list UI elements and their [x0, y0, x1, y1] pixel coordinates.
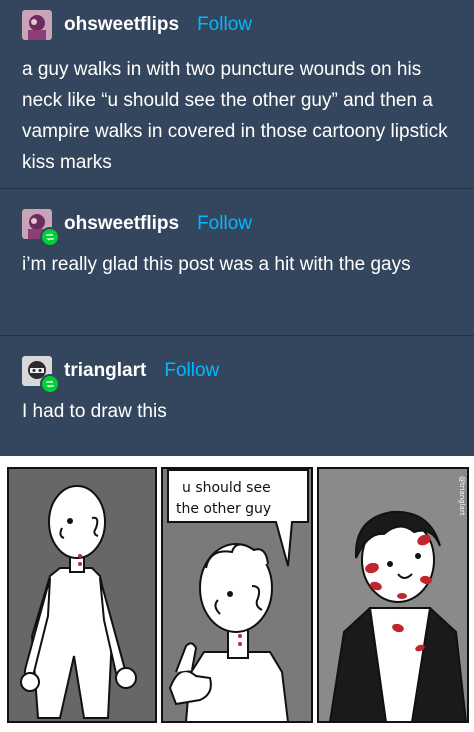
- post-original: ohsweetflips Follow a guy walks in with …: [0, 0, 474, 188]
- reblog-icon: [40, 227, 60, 247]
- avatar[interactable]: [22, 356, 60, 394]
- comic-panel-2: u should see the other guy: [161, 467, 313, 723]
- comic-image: u should see the other guy @trianglart: [0, 456, 474, 732]
- comic-panel-3: @trianglart: [317, 467, 469, 723]
- post-header: trianglart Follow: [22, 356, 452, 394]
- post-reblog: ohsweetflips Follow i’m really glad this…: [0, 189, 474, 335]
- avatar-image: [22, 10, 52, 40]
- post-text: i’m really glad this post was a hit with…: [22, 254, 411, 275]
- reblog-icon: [40, 374, 60, 394]
- speech-text-line-1: u should see: [182, 480, 271, 496]
- speech-text-line-2: the other guy: [176, 501, 271, 517]
- post-reblog: trianglart Follow I had to draw this: [0, 336, 474, 446]
- follow-button[interactable]: Follow: [197, 14, 252, 36]
- username[interactable]: trianglart: [64, 360, 146, 382]
- post-text: I had to draw this: [22, 401, 167, 422]
- comic-watermark: @trianglart: [458, 476, 466, 516]
- follow-button[interactable]: Follow: [164, 360, 219, 382]
- avatar[interactable]: [22, 10, 52, 40]
- username[interactable]: ohsweetflips: [64, 213, 179, 235]
- username[interactable]: ohsweetflips: [64, 14, 179, 36]
- follow-button[interactable]: Follow: [197, 213, 252, 235]
- post-header: ohsweetflips Follow: [22, 209, 452, 247]
- comic-panel-1: [7, 467, 157, 723]
- post-text: a guy walks in with two puncture wounds …: [22, 59, 448, 173]
- avatar[interactable]: [22, 209, 60, 247]
- comic-illustration: u should see the other guy @trianglart: [0, 456, 474, 732]
- post-header: ohsweetflips Follow: [22, 10, 452, 40]
